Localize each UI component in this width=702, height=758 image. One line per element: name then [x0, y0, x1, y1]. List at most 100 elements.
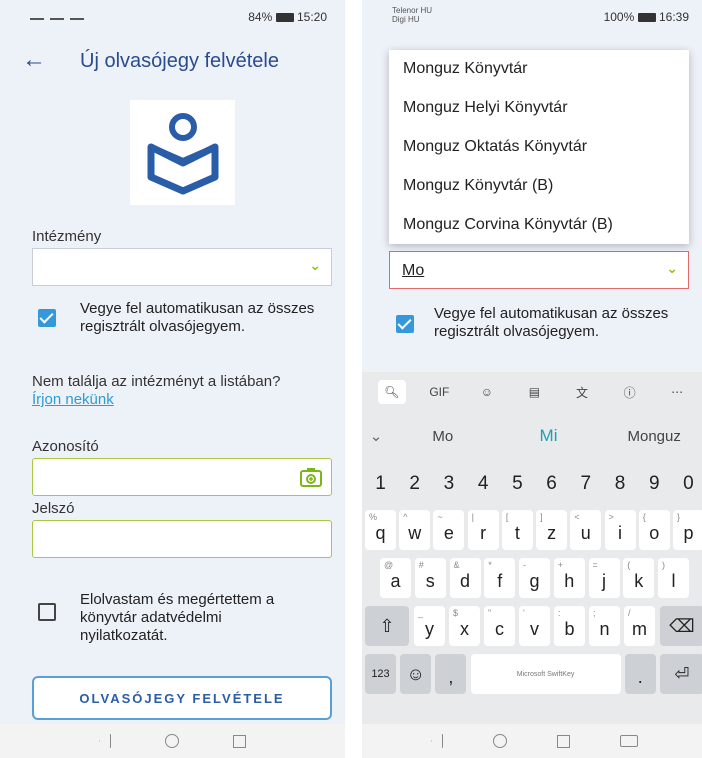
key-m[interactable]: / m: [624, 606, 655, 646]
key-z[interactable]: ] z: [536, 510, 568, 550]
key-label: c: [495, 619, 504, 639]
nav-home-icon[interactable]: [165, 734, 179, 748]
institution-select-value: Mo: [402, 262, 425, 279]
dropdown-option[interactable]: Monguz Könyvtár (B): [389, 166, 689, 205]
key[interactable]: 4: [467, 464, 499, 504]
suggestion[interactable]: Mo: [390, 428, 496, 445]
carrier-2: Digi HU: [392, 15, 420, 24]
key-a[interactable]: @ a: [380, 558, 411, 598]
add-card-button[interactable]: OLVASÓJEGY FELVÉTELE: [32, 676, 332, 720]
key-n[interactable]: ; n: [589, 606, 620, 646]
keyboard-toolbar: 🔍︎ GIF ☺ ▤ 文 ⓘ ⋯: [362, 372, 702, 412]
nav-back-icon[interactable]: [99, 734, 111, 748]
key-k[interactable]: (k: [623, 558, 655, 598]
key-b[interactable]: :b: [554, 606, 585, 646]
key[interactable]: 3: [433, 464, 465, 504]
comma-key[interactable]: ,: [435, 654, 467, 694]
key[interactable]: 9: [638, 464, 670, 504]
institution-label: Intézmény: [32, 228, 102, 245]
key-x[interactable]: $ x: [449, 606, 480, 646]
translate-icon[interactable]: 文: [568, 380, 596, 404]
key-secondary-label: @: [384, 560, 394, 570]
period-key[interactable]: .: [624, 654, 656, 694]
institution-select[interactable]: Mo ⌄: [389, 251, 689, 289]
privacy-checkbox[interactable]: [38, 603, 56, 621]
key-secondary-label: {: [642, 512, 646, 522]
backspace-icon[interactable]: ⌫: [660, 606, 702, 646]
key-c[interactable]: " c: [484, 606, 515, 646]
emoji-icon[interactable]: ☺: [400, 654, 432, 694]
institution-select[interactable]: ⌄: [32, 248, 332, 286]
suggestion[interactable]: Mi: [496, 426, 602, 446]
clipboard-icon[interactable]: ▤: [520, 380, 548, 404]
key-secondary-label: -: [523, 560, 526, 570]
more-icon[interactable]: ⋯: [663, 380, 691, 404]
key-i[interactable]: > i: [604, 510, 636, 550]
key-h[interactable]: + h: [553, 558, 585, 598]
key-l[interactable]: ) l: [658, 558, 689, 598]
nav-home-icon[interactable]: [493, 734, 507, 748]
key-v[interactable]: ' v: [519, 606, 550, 646]
auto-add-checkbox[interactable]: [38, 309, 56, 327]
key-secondary-label: ": [488, 608, 492, 618]
key-g[interactable]: -g: [519, 558, 550, 598]
keyboard-toggle-icon[interactable]: [620, 735, 638, 747]
enter-icon[interactable]: ⏎: [659, 654, 702, 694]
key-r[interactable]: | r: [467, 510, 499, 550]
info-icon[interactable]: ⓘ: [616, 380, 644, 404]
key[interactable]: 6: [536, 464, 568, 504]
key[interactable]: 1: [365, 464, 396, 504]
key-u[interactable]: < u: [570, 510, 602, 550]
search-icon[interactable]: 🔍︎: [377, 380, 406, 404]
dropdown-option[interactable]: Monguz Oktatás Könyvtár: [389, 128, 689, 167]
key[interactable]: 2: [399, 464, 431, 504]
key-secondary-label: |: [471, 512, 474, 522]
key-secondary-label: ): [662, 560, 665, 570]
auto-add-checkbox[interactable]: [396, 315, 414, 333]
dropdown-option[interactable]: Monguz Könyvtár: [389, 50, 689, 89]
key-t[interactable]: [t: [501, 510, 533, 550]
nav-recents-icon[interactable]: [557, 734, 570, 748]
key[interactable]: 0: [672, 464, 702, 504]
nav-recents-icon[interactable]: [233, 734, 246, 748]
left-screen: 84% 15:20 ← Új olvasójegy felvétele Inté…: [0, 0, 345, 758]
key-q[interactable]: % q: [365, 510, 396, 550]
letter-row-3-keys: _ y $ x " c ' v: b; n / m: [414, 606, 655, 646]
shift-icon[interactable]: ⇧: [365, 606, 409, 646]
key[interactable]: 7: [570, 464, 602, 504]
dropdown-option[interactable]: Monguz Corvina Könyvtár (B): [389, 205, 689, 244]
carrier-info: Telenor HU Digi HU: [392, 6, 432, 24]
nav-back-icon[interactable]: [431, 734, 443, 748]
collapse-icon[interactable]: ⌄: [362, 427, 390, 445]
write-us-link[interactable]: Írjon nekünk: [32, 391, 114, 408]
key-y[interactable]: _ y: [414, 606, 445, 646]
key[interactable]: 5: [501, 464, 533, 504]
suggestion[interactable]: Monguz: [601, 428, 702, 445]
key-d[interactable]: & d: [449, 558, 481, 598]
key-label: d: [459, 571, 470, 591]
key-label: z: [547, 523, 557, 543]
password-field[interactable]: [32, 520, 332, 558]
auto-add-label: Vegye fel automatikusan az összes regisz…: [434, 305, 669, 340]
space-key[interactable]: Microsoft SwiftKey: [470, 654, 621, 694]
key-label: v: [530, 619, 539, 639]
key-o[interactable]: {o: [638, 510, 670, 550]
key[interactable]: 8: [604, 464, 636, 504]
key-p[interactable]: } p: [672, 510, 702, 550]
key-w[interactable]: ^ w: [399, 510, 431, 550]
key-label: b: [564, 619, 575, 639]
key-f[interactable]: * f: [484, 558, 516, 598]
gif-icon[interactable]: GIF: [425, 380, 453, 404]
sticker-icon[interactable]: ☺: [473, 380, 501, 404]
back-arrow-icon[interactable]: ←: [22, 48, 46, 72]
numbers-key[interactable]: 123: [365, 654, 396, 694]
key-s[interactable]: # s: [414, 558, 446, 598]
key-e[interactable]: ~ e: [433, 510, 465, 550]
camera-icon[interactable]: [299, 466, 323, 488]
key-label: a: [390, 571, 401, 591]
dropdown-option[interactable]: Monguz Helyi Könyvtár: [389, 89, 689, 128]
key-j[interactable]: = j: [588, 558, 620, 598]
id-field[interactable]: [32, 458, 332, 496]
key-secondary-label: #: [418, 560, 424, 570]
key-secondary-label: <: [574, 512, 580, 522]
